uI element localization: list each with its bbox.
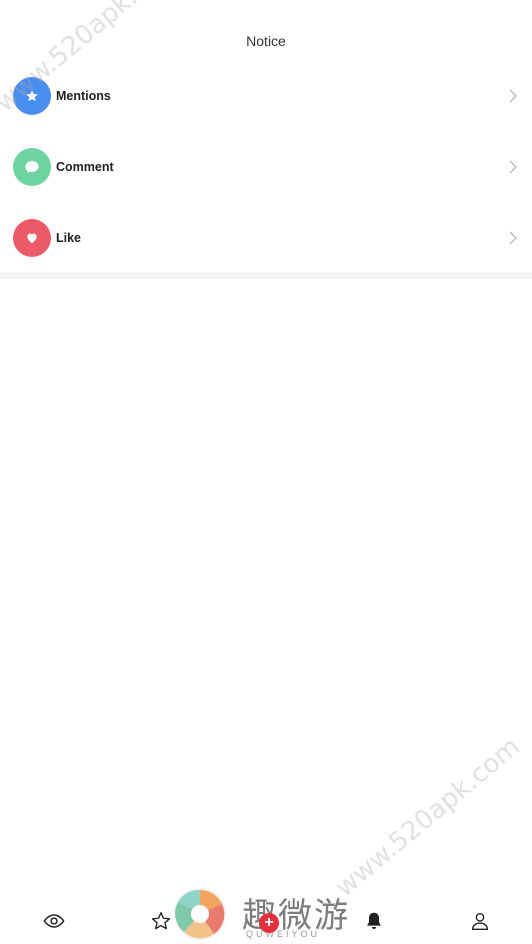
- logo-mark-icon: [174, 888, 226, 940]
- comment-icon: [25, 161, 39, 173]
- bell-icon[interactable]: [363, 910, 385, 932]
- notice-label: Like: [56, 231, 82, 245]
- notice-item-mentions[interactable]: Mentions: [0, 61, 532, 132]
- like-badge: [13, 219, 51, 257]
- star-icon: [26, 90, 38, 102]
- heart-icon: [27, 233, 37, 244]
- user-icon[interactable]: [469, 910, 491, 932]
- notice-label: Mentions: [56, 89, 111, 103]
- notice-item-comment[interactable]: Comment: [0, 132, 532, 203]
- add-button[interactable]: +: [259, 913, 279, 933]
- comment-badge: [13, 148, 51, 186]
- chevron-right-icon: [509, 231, 517, 245]
- notice-item-like[interactable]: Like: [0, 203, 532, 274]
- notice-label: Comment: [56, 160, 114, 174]
- eye-icon[interactable]: [43, 910, 65, 932]
- mentions-badge: [13, 77, 51, 115]
- section-divider: [0, 272, 532, 279]
- logo-subtext: QUWEIYOU: [246, 929, 321, 939]
- page-title: Notice: [246, 33, 286, 49]
- watermark: www.520apk.com: [330, 731, 526, 903]
- chevron-right-icon: [509, 89, 517, 103]
- notice-list: Mentions Comment Like: [0, 61, 532, 274]
- star-outline-icon[interactable]: [150, 910, 172, 932]
- chevron-right-icon: [509, 160, 517, 174]
